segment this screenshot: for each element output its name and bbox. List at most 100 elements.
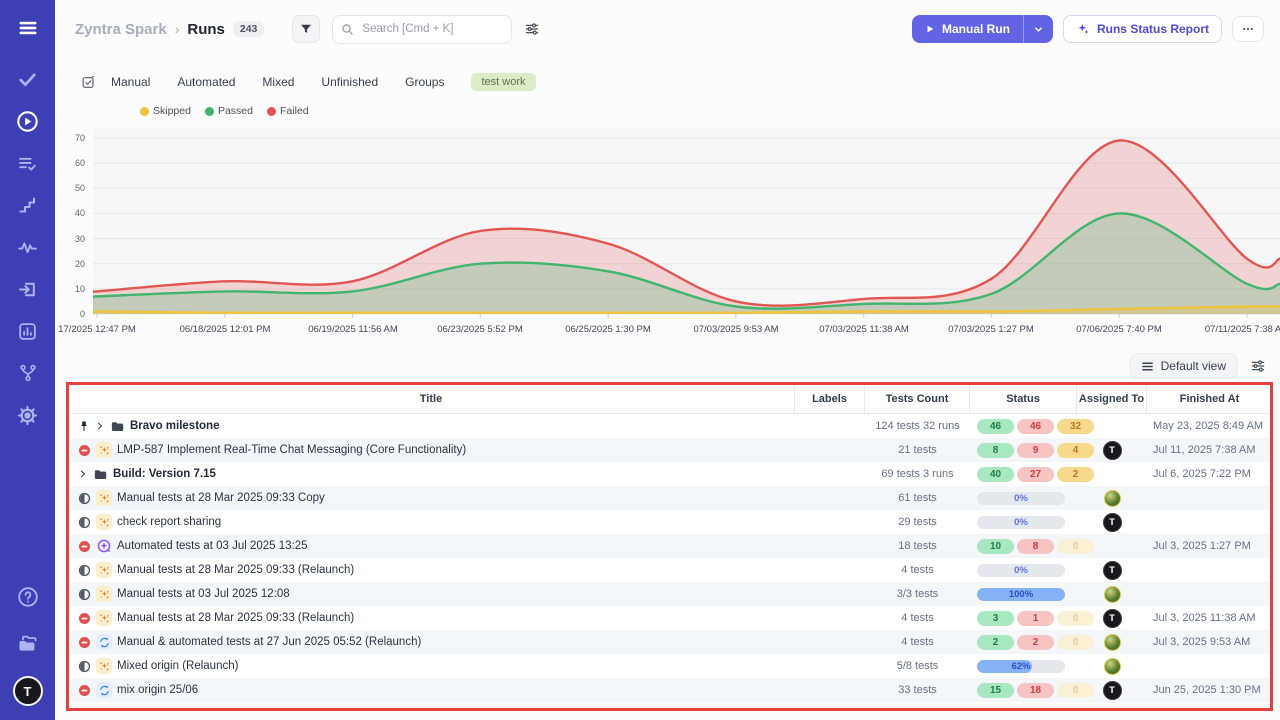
in-progress-status-icon xyxy=(78,564,91,577)
sidebar-item-projects[interactable] xyxy=(15,630,41,656)
runs-chart[interactable]: 01020304050607017/2025 12:47 PM06/18/202… xyxy=(55,128,1280,344)
run-title[interactable]: Manual tests at 28 Mar 2025 09:33 (Relau… xyxy=(117,612,354,624)
run-title[interactable]: Build: Version 7.15 xyxy=(113,468,216,480)
run-title[interactable]: Manual tests at 28 Mar 2025 09:33 Copy xyxy=(117,492,325,504)
legend-item-failed[interactable]: Failed xyxy=(267,105,309,117)
tests-count-cell: 18 tests xyxy=(865,540,970,552)
sidebar-item-milestones[interactable] xyxy=(15,192,41,218)
sidebar-item-test-plans[interactable] xyxy=(15,150,41,176)
table-row[interactable]: Bravo milestone 124 tests 32 runs 464632… xyxy=(68,414,1272,438)
assignee-avatar[interactable]: T xyxy=(1103,513,1122,532)
column-settings-icon[interactable] xyxy=(1250,358,1266,374)
folder-icon xyxy=(93,467,108,482)
run-title[interactable]: Manual tests at 28 Mar 2025 09:33 (Relau… xyxy=(117,564,354,576)
table-row[interactable]: Manual tests at 03 Jul 2025 12:08 3/3 te… xyxy=(68,582,1272,606)
runs-status-report-button[interactable]: Runs Status Report xyxy=(1063,15,1222,43)
assignee-avatar[interactable] xyxy=(1104,490,1121,507)
column-header-finished-at[interactable]: Finished At xyxy=(1147,385,1272,413)
mixed-run-icon xyxy=(96,682,112,698)
x-axis-tick: 06/18/2025 12:01 PM xyxy=(180,324,271,335)
y-axis-tick: 60 xyxy=(55,158,85,168)
tab-mixed[interactable]: Mixed xyxy=(262,75,294,89)
tab-manual[interactable]: Manual xyxy=(111,75,150,89)
column-header-status[interactable]: Status xyxy=(970,385,1077,413)
user-avatar[interactable]: T xyxy=(13,676,43,706)
table-row[interactable]: mix origin 25/06 33 tests 15180 T Jun 25… xyxy=(68,678,1272,702)
table-row[interactable]: Build: Version 7.15 69 tests 3 runs 4027… xyxy=(68,462,1272,486)
manual-run-button[interactable]: Manual Run xyxy=(912,15,1023,43)
column-header-title[interactable]: Title xyxy=(68,385,795,413)
search-input[interactable] xyxy=(360,22,484,36)
expand-chevron-icon[interactable] xyxy=(95,421,105,431)
table-row[interactable]: Manual & automated tests at 27 Jun 2025 … xyxy=(68,630,1272,654)
run-title[interactable]: Automated tests at 03 Jul 2025 13:25 xyxy=(117,540,308,552)
sidebar-item-integrations[interactable] xyxy=(15,360,41,386)
progress-bar: 0% xyxy=(977,516,1065,529)
topbar-actions: Manual Run Runs Status Report xyxy=(912,15,1264,43)
assignee-avatar[interactable] xyxy=(1104,586,1121,603)
assignee-avatar[interactable]: T xyxy=(1103,681,1122,700)
sidebar-item-help[interactable] xyxy=(15,584,41,610)
tab-automated[interactable]: Automated xyxy=(177,75,235,89)
run-title[interactable]: Manual & automated tests at 27 Jun 2025 … xyxy=(117,636,421,648)
menu-icon[interactable] xyxy=(16,16,40,40)
ellipsis-icon xyxy=(1241,22,1255,36)
table-row[interactable]: Manual tests at 28 Mar 2025 09:33 Copy 6… xyxy=(68,486,1272,510)
default-view-button[interactable]: Default view xyxy=(1129,353,1238,379)
column-header-tests-count[interactable]: Tests Count xyxy=(865,385,970,413)
sidebar-item-tests[interactable] xyxy=(15,66,41,92)
active-filter-tag[interactable]: test work xyxy=(471,73,535,91)
legend-label: Passed xyxy=(218,105,253,117)
expand-chevron-icon[interactable] xyxy=(78,469,88,479)
x-axis-tick: 07/03/2025 1:27 PM xyxy=(948,324,1034,335)
sidebar-item-activity[interactable] xyxy=(15,234,41,260)
tab-unfinished[interactable]: Unfinished xyxy=(321,75,378,89)
y-axis-tick: 40 xyxy=(55,208,85,218)
sidebar-item-runs[interactable] xyxy=(15,108,41,134)
run-title[interactable]: check report sharing xyxy=(117,516,221,528)
run-title[interactable]: mix origin 25/06 xyxy=(117,684,198,696)
tests-count-cell: 124 tests 32 runs xyxy=(865,420,970,432)
status-cell: 0% xyxy=(970,516,1077,529)
assignee-avatar[interactable]: T xyxy=(1103,609,1122,628)
x-axis-tick: 07/06/2025 7:40 PM xyxy=(1076,324,1162,335)
sidebar-item-settings[interactable] xyxy=(15,402,41,428)
breadcrumb-project[interactable]: Zyntra Spark xyxy=(75,21,167,38)
table-row[interactable]: Manual tests at 28 Mar 2025 09:33 (Relau… xyxy=(68,606,1272,630)
sparkles-icon xyxy=(1076,22,1090,36)
search-box[interactable] xyxy=(332,15,512,44)
run-note-icon[interactable] xyxy=(81,75,96,90)
tab-groups[interactable]: Groups xyxy=(405,75,444,89)
more-actions-button[interactable] xyxy=(1232,16,1264,42)
column-header-labels[interactable]: Labels xyxy=(795,385,865,413)
table-row[interactable]: Automated tests at 03 Jul 2025 13:25 18 … xyxy=(68,534,1272,558)
assignee-avatar[interactable]: T xyxy=(1103,561,1122,580)
view-settings-icon[interactable] xyxy=(524,21,540,37)
assignee-avatar[interactable] xyxy=(1104,658,1121,675)
y-axis-tick: 20 xyxy=(55,259,85,269)
status-cell: 0% xyxy=(970,492,1077,505)
folder-icon xyxy=(110,419,125,434)
table-row[interactable]: check report sharing 29 tests 0% T xyxy=(68,510,1272,534)
legend-item-skipped[interactable]: Skipped xyxy=(140,105,191,117)
legend-item-passed[interactable]: Passed xyxy=(205,105,253,117)
manual-run-dropdown[interactable] xyxy=(1023,15,1053,43)
automated-run-icon xyxy=(96,538,112,554)
assignee-avatar[interactable]: T xyxy=(1103,441,1122,460)
x-axis-tick: 07/03/2025 11:38 AM xyxy=(819,324,909,335)
failed-status-icon xyxy=(78,636,91,649)
filter-button[interactable] xyxy=(292,15,320,43)
table-row[interactable]: Manual tests at 28 Mar 2025 09:33 (Relau… xyxy=(68,558,1272,582)
column-header-assigned-to[interactable]: Assigned To xyxy=(1077,385,1147,413)
sidebar-item-reports[interactable] xyxy=(15,318,41,344)
run-title[interactable]: LMP-587 Implement Real-Time Chat Messagi… xyxy=(117,444,466,456)
table-row[interactable]: Mixed origin (Relaunch) 5/8 tests 62% xyxy=(68,654,1272,678)
run-title[interactable]: Manual tests at 03 Jul 2025 12:08 xyxy=(117,588,290,600)
sidebar-bottom: T xyxy=(13,584,43,706)
manual-run-icon xyxy=(96,490,112,506)
assignee-avatar[interactable] xyxy=(1104,634,1121,651)
run-title[interactable]: Mixed origin (Relaunch) xyxy=(117,660,238,672)
run-title[interactable]: Bravo milestone xyxy=(130,420,219,432)
sidebar-item-shared-steps[interactable] xyxy=(15,276,41,302)
table-row[interactable]: LMP-587 Implement Real-Time Chat Messagi… xyxy=(68,438,1272,462)
